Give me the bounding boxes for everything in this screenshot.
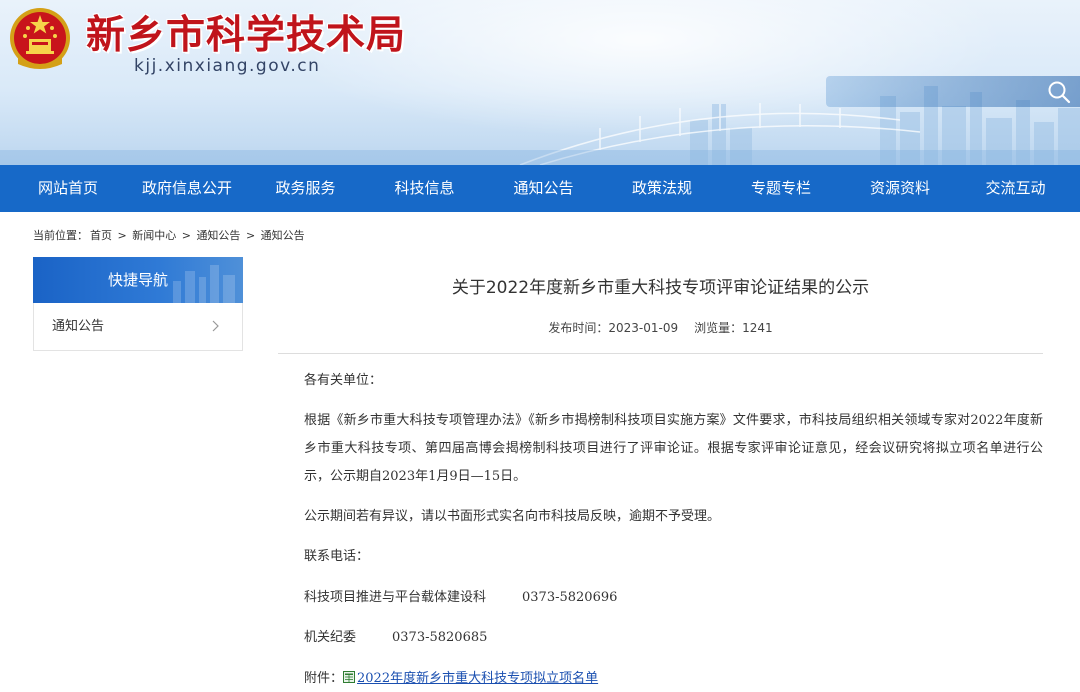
- salutation: 各有关单位：: [304, 373, 383, 388]
- contact-dept: 科技项目推进与平台载体建设科: [304, 590, 487, 605]
- breadcrumb-item-home[interactable]: 首页: [90, 229, 112, 242]
- attachment-label: 附件：: [304, 671, 344, 686]
- national-emblem-icon: [10, 8, 70, 69]
- attachment-link[interactable]: 2022年度新乡市重大科技专项拟立项名单: [357, 671, 598, 686]
- contact-row: 机关纪委 0373-5820685: [278, 624, 1043, 652]
- search-box: [826, 76, 1080, 107]
- sidebar-item-label: 通知公告: [52, 319, 105, 334]
- site-domain: kjj.xinxiang.gov.cn: [134, 56, 321, 76]
- sidebar-heading: 快捷导航: [33, 257, 243, 303]
- nav-item-policies[interactable]: 政策法规: [611, 165, 713, 212]
- publish-date: 2023-01-09: [608, 321, 679, 335]
- site-title: 新乡市科学技术局: [86, 12, 407, 58]
- contact-tel: 0373-5820696: [522, 590, 618, 605]
- breadcrumb: 当前位置： 首页 > 新闻中心 > 通知公告 > 通知公告: [33, 227, 307, 243]
- breadcrumb-separator: >: [117, 229, 127, 242]
- chevron-right-icon: [212, 320, 219, 332]
- nav-item-notices[interactable]: 通知公告: [476, 165, 611, 212]
- breadcrumb-item-news[interactable]: 新闻中心: [132, 229, 176, 242]
- nav-item-interaction[interactable]: 交流互动: [951, 165, 1080, 212]
- nav-item-resources[interactable]: 资源资料: [849, 165, 951, 212]
- contact-label: 联系电话：: [304, 549, 370, 564]
- sidebar-item-notices[interactable]: 通知公告: [34, 303, 242, 350]
- publish-label: 发布时间：: [548, 321, 609, 335]
- nav-item-home[interactable]: 网站首页: [0, 165, 136, 212]
- site-header: 新乡市科学技术局 kjj.xinxiang.gov.cn: [0, 0, 1080, 165]
- article-divider: [278, 353, 1043, 354]
- views-count: 1241: [742, 321, 773, 335]
- paragraph-main: 根据《新乡市重大科技专项管理办法》《新乡市揭榜制科技项目实施方案》文件要求，市科…: [304, 413, 1043, 484]
- breadcrumb-separator: >: [181, 229, 191, 242]
- search-input[interactable]: [826, 76, 1046, 107]
- search-icon[interactable]: [1046, 79, 1072, 105]
- contact-tel: 0373-5820685: [392, 630, 488, 645]
- nav-item-special-topics[interactable]: 专题专栏: [713, 165, 849, 212]
- nav-item-gov-info[interactable]: 政府信息公开: [136, 165, 238, 212]
- nav-item-tech-info[interactable]: 科技信息: [373, 165, 476, 212]
- article-title: 关于2022年度新乡市重大科技专项评审论证结果的公示: [451, 278, 870, 298]
- contact-row: 科技项目推进与平台载体建设科 0373-5820696: [278, 584, 1043, 612]
- spreadsheet-file-icon: [343, 671, 356, 683]
- article-meta: 发布时间：2023-01-09 浏览量：1241: [278, 319, 1043, 336]
- breadcrumb-separator: >: [245, 229, 256, 242]
- main-nav: 网站首页 政府信息公开 政务服务 科技信息 通知公告 政策法规 专题专栏 资源资…: [0, 165, 1080, 212]
- sidebar: 快捷导航 通知公告: [33, 257, 243, 351]
- sidebar-list: 通知公告: [33, 303, 243, 351]
- breadcrumb-item-notices-current[interactable]: 通知公告: [261, 229, 305, 242]
- breadcrumb-prefix: 当前位置：: [33, 229, 88, 242]
- contact-dept: 机关纪委: [304, 630, 357, 645]
- sidebar-heading-label: 快捷导航: [107, 271, 168, 289]
- attachment-row: 附件： 2022年度新乡市重大科技专项拟立项名单: [278, 665, 1043, 692]
- paragraph-objection: 公示期间若有异议，请以书面形式实名向市科技局反映，逾期不予受理。: [304, 509, 721, 524]
- nav-item-gov-services[interactable]: 政务服务: [238, 165, 373, 212]
- views-label: 浏览量：: [694, 321, 743, 335]
- breadcrumb-item-notices[interactable]: 通知公告: [196, 229, 240, 242]
